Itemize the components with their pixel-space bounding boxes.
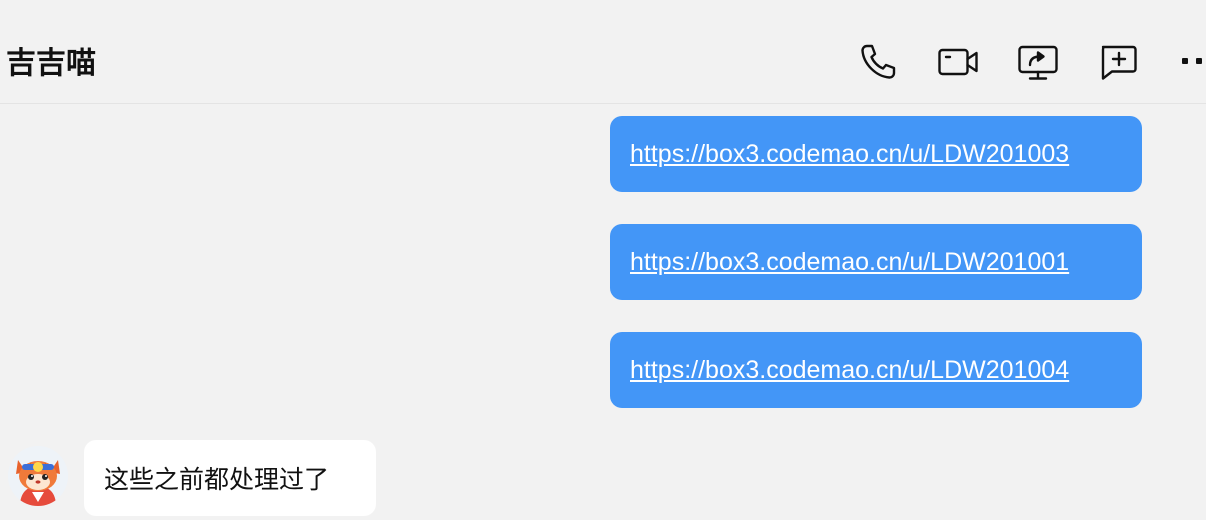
chat-window: 吉吉喵 https://box3.codemao.cn/u/LDW201003 … [0,0,1206,520]
more-dot [1182,58,1188,64]
add-comment-icon[interactable] [1098,42,1138,82]
message-link[interactable]: https://box3.codemao.cn/u/LDW201004 [630,356,1069,385]
more-dot [1196,58,1202,64]
outgoing-message-bubble: https://box3.codemao.cn/u/LDW201003 [610,116,1142,192]
chat-header: 吉吉喵 [0,0,1206,104]
video-call-icon[interactable] [938,42,978,82]
outgoing-message-bubble: https://box3.codemao.cn/u/LDW201001 [610,224,1142,300]
tiger-cat-avatar-icon [8,446,68,506]
avatar[interactable] [8,446,68,506]
message-link[interactable]: https://box3.codemao.cn/u/LDW201001 [630,248,1069,277]
message-text: 这些之前都处理过了 [104,465,330,494]
more-icon[interactable] [1178,58,1206,66]
message-link[interactable]: https://box3.codemao.cn/u/LDW201003 [630,140,1069,169]
outgoing-message-bubble: https://box3.codemao.cn/u/LDW201004 [610,332,1142,408]
message-list: https://box3.codemao.cn/u/LDW201003 http… [0,104,1206,520]
chat-title: 吉吉喵 [6,46,96,81]
screen-share-icon[interactable] [1018,42,1058,82]
incoming-message-bubble: 这些之前都处理过了 [84,440,376,516]
phone-icon[interactable] [858,42,898,82]
incoming-message: 这些之前都处理过了 [0,440,400,520]
